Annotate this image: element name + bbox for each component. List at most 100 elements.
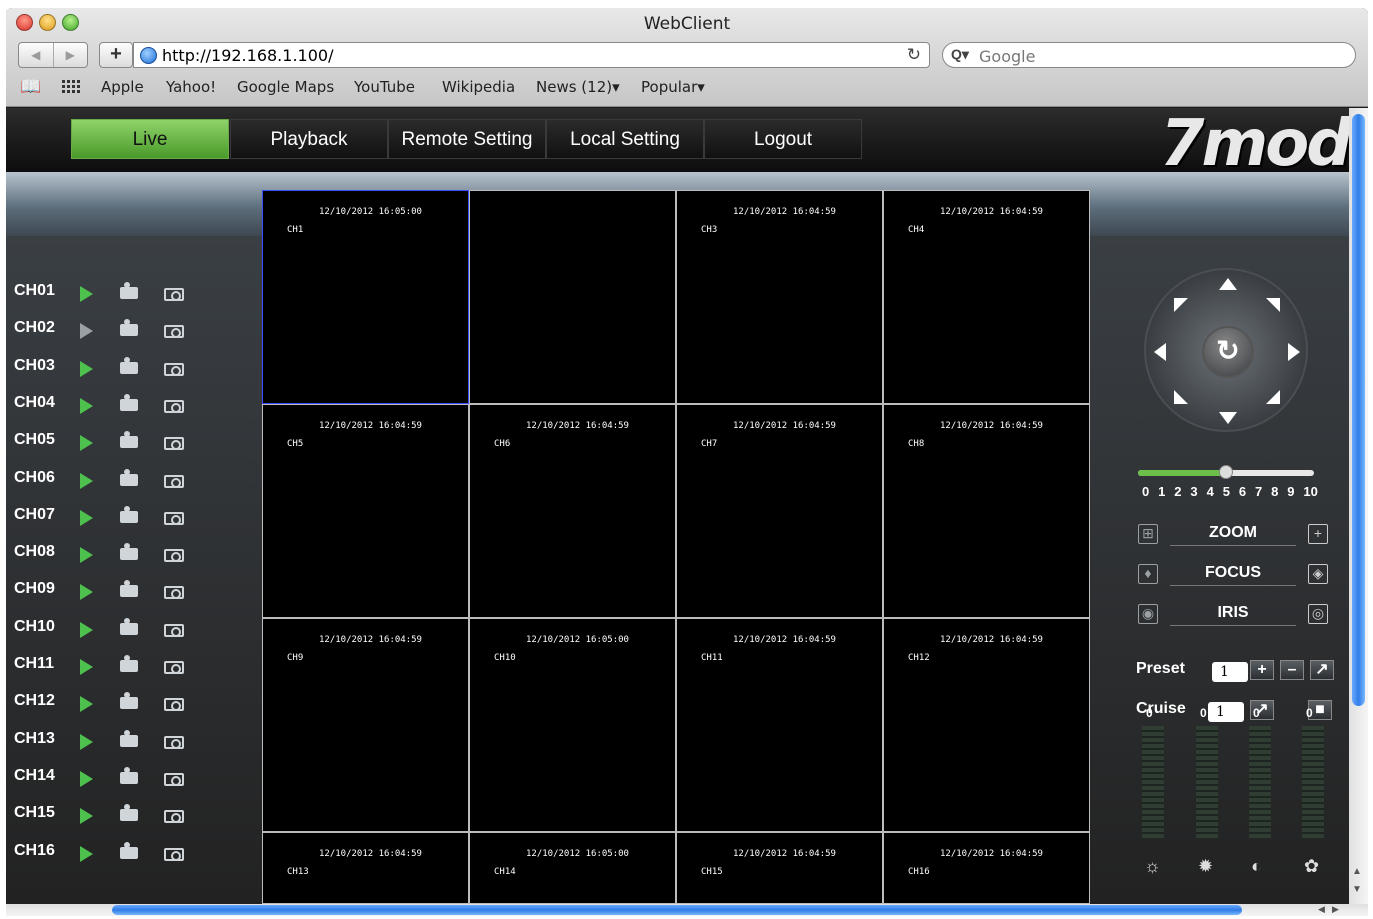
ptz-down-left-arrow-icon[interactable]	[1174, 390, 1188, 404]
video-cell[interactable]: 12/10/2012 16:04:59 CH16	[884, 833, 1089, 903]
contrast-icon[interactable]: ◐	[1251, 856, 1262, 877]
snapshot-icon[interactable]	[164, 362, 184, 376]
video-cell[interactable]: 12/10/2012 16:04:59 CH8	[884, 405, 1089, 617]
search-input[interactable]: Google	[979, 47, 1035, 66]
video-cell[interactable]: 12/10/2012 16:05:00 CH1	[262, 190, 469, 404]
reload-icon[interactable]: ↻	[907, 45, 921, 65]
tab-logout[interactable]: Logout	[704, 119, 862, 159]
bookmark-apple[interactable]: Apple	[101, 78, 144, 96]
focus-near-icon[interactable]: ♦	[1138, 564, 1158, 584]
snapshot-icon[interactable]	[164, 698, 184, 712]
play-icon[interactable]	[80, 472, 93, 489]
play-icon[interactable]	[80, 659, 93, 675]
play-icon[interactable]	[80, 435, 93, 452]
channel-name[interactable]: CH04	[14, 394, 55, 412]
record-icon[interactable]	[120, 617, 138, 635]
preset-goto-button[interactable]: ↗	[1310, 660, 1334, 680]
record-icon[interactable]	[120, 282, 138, 299]
horizontal-scroll-thumb[interactable]	[112, 905, 1242, 915]
search-icon[interactable]: Q▾	[951, 46, 969, 63]
bookmark-google-maps[interactable]: Google Maps	[237, 78, 334, 96]
iris-close-icon[interactable]: ◉	[1138, 604, 1158, 624]
brightness-icon[interactable]: ✹	[1198, 856, 1213, 877]
bookmark-news[interactable]: News (12)▾	[536, 78, 620, 96]
back-arrow-icon[interactable]: ◀	[19, 43, 54, 67]
bookmark-youtube[interactable]: YouTube	[354, 78, 415, 96]
channel-name[interactable]: CH05	[14, 431, 55, 449]
play-icon[interactable]	[80, 323, 93, 340]
book-icon[interactable]: 📖	[20, 77, 41, 97]
play-icon[interactable]	[80, 584, 93, 601]
ptz-up-left-arrow-icon[interactable]	[1174, 298, 1188, 312]
scroll-up-arrow-icon[interactable]: ▲	[1352, 866, 1362, 877]
zoom-out-icon[interactable]: ⊞	[1138, 524, 1158, 544]
snapshot-icon[interactable]	[164, 474, 184, 488]
record-icon[interactable]	[120, 692, 138, 710]
play-icon[interactable]	[80, 286, 93, 302]
channel-name[interactable]: CH07	[14, 506, 55, 524]
play-icon[interactable]	[80, 509, 93, 526]
play-icon[interactable]	[80, 547, 93, 564]
search-bar[interactable]: Q▾ Google	[942, 42, 1356, 68]
forward-arrow-icon[interactable]: ▶	[54, 43, 88, 67]
level-meter[interactable]	[1142, 726, 1164, 838]
channel-name[interactable]: CH09	[14, 580, 55, 598]
play-icon[interactable]	[80, 696, 93, 713]
snapshot-icon[interactable]	[164, 399, 184, 413]
play-icon[interactable]	[80, 808, 93, 825]
record-icon[interactable]	[120, 505, 138, 523]
focus-far-icon[interactable]: ◈	[1308, 564, 1328, 584]
snapshot-icon[interactable]	[164, 325, 184, 339]
tab-playback[interactable]: Playback	[230, 119, 388, 159]
top-sites-icon[interactable]	[62, 79, 80, 93]
play-icon[interactable]	[80, 770, 93, 787]
snapshot-icon[interactable]	[164, 586, 184, 600]
zoom-in-icon[interactable]: +	[1308, 524, 1328, 544]
video-cell[interactable]: 12/10/2012 16:04:59 CH7	[677, 405, 882, 617]
channel-name[interactable]: CH06	[14, 469, 55, 487]
record-icon[interactable]	[120, 356, 138, 374]
ptz-up-right-arrow-icon[interactable]	[1266, 298, 1280, 312]
video-cell[interactable]: 12/10/2012 16:04:59 CH3	[677, 191, 882, 403]
bookmark-wikipedia[interactable]: Wikipedia	[442, 78, 515, 96]
snapshot-icon[interactable]	[164, 288, 184, 301]
ptz-right-arrow-icon[interactable]	[1288, 343, 1300, 361]
play-icon[interactable]	[80, 360, 93, 377]
channel-name[interactable]: CH01	[14, 282, 55, 300]
video-cell[interactable]	[470, 191, 675, 403]
snapshot-icon[interactable]	[164, 661, 184, 674]
vertical-scrollbar[interactable]: ▲ ▼	[1349, 108, 1368, 904]
channel-name[interactable]: CH13	[14, 730, 55, 748]
snapshot-icon[interactable]	[164, 847, 184, 861]
play-icon[interactable]	[80, 397, 93, 414]
record-icon[interactable]	[120, 580, 138, 598]
video-cell[interactable]: 12/10/2012 16:05:00 CH10	[470, 619, 675, 831]
channel-name[interactable]: CH10	[14, 618, 55, 636]
record-icon[interactable]	[120, 841, 138, 859]
ptz-speed-knob[interactable]	[1219, 465, 1233, 479]
add-bookmark-button[interactable]: +	[99, 42, 133, 68]
scroll-down-arrow-icon[interactable]: ▼	[1352, 884, 1362, 895]
level-meter[interactable]	[1302, 726, 1324, 838]
ptz-up-arrow-icon[interactable]	[1219, 278, 1237, 290]
level-meter[interactable]	[1249, 726, 1271, 838]
ptz-auto-rotate-icon[interactable]: ↻	[1202, 326, 1254, 378]
record-icon[interactable]	[120, 655, 138, 672]
channel-name[interactable]: CH15	[14, 804, 55, 822]
video-cell[interactable]: 12/10/2012 16:04:59 CH4	[884, 191, 1089, 403]
play-icon[interactable]	[80, 621, 93, 638]
scroll-left-arrow-icon[interactable]: ◀	[1318, 904, 1325, 915]
url-bar[interactable]: http://192.168.1.100/ ↻	[133, 42, 930, 68]
record-icon[interactable]	[120, 468, 138, 486]
tab-local-setting[interactable]: Local Setting	[546, 119, 704, 159]
preset-remove-button[interactable]: –	[1280, 660, 1304, 680]
snapshot-icon[interactable]	[164, 772, 184, 786]
snapshot-icon[interactable]	[164, 549, 184, 563]
video-cell[interactable]: 12/10/2012 16:04:59 CH15	[677, 833, 882, 903]
level-meter[interactable]	[1196, 726, 1218, 838]
channel-name[interactable]: CH11	[14, 655, 54, 673]
channel-name[interactable]: CH14	[14, 767, 55, 785]
channel-name[interactable]: CH08	[14, 543, 55, 561]
ptz-left-arrow-icon[interactable]	[1154, 343, 1166, 361]
video-cell[interactable]: 12/10/2012 16:04:59 CH11	[677, 619, 882, 831]
